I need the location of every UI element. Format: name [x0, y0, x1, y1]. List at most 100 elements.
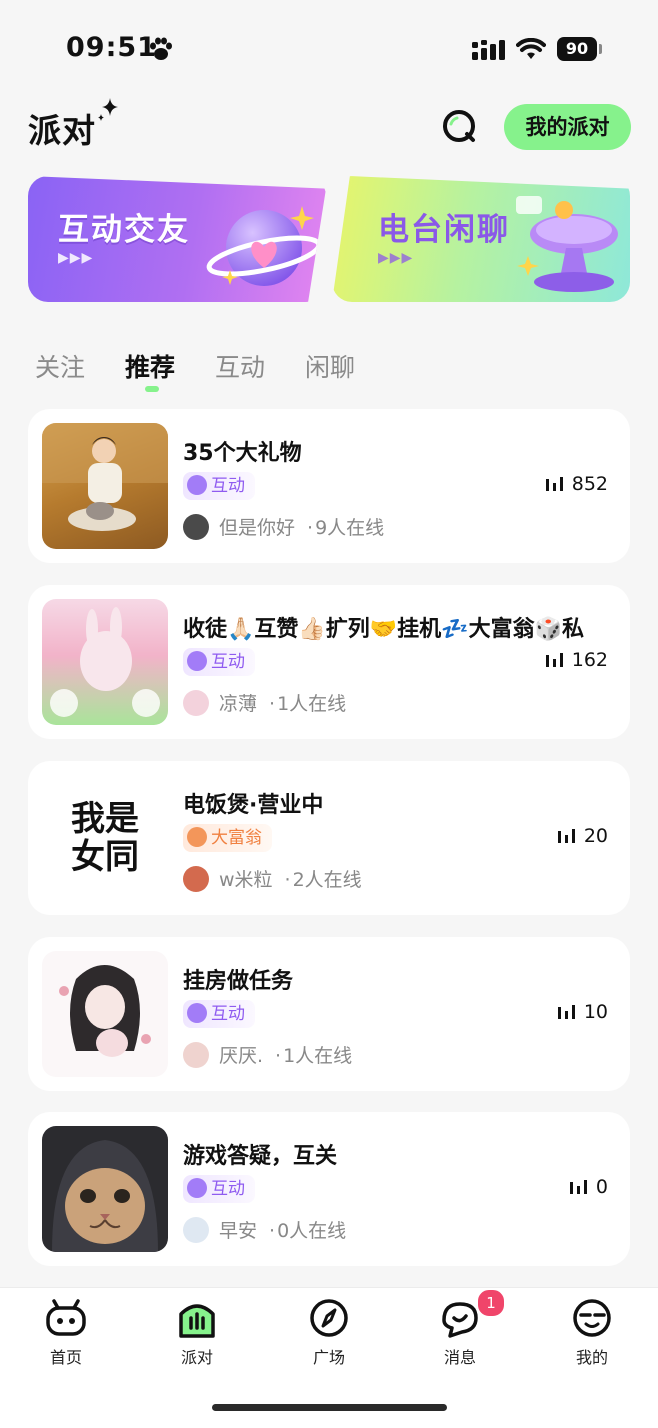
my-party-button[interactable]: 我的派对	[504, 104, 631, 150]
room-tag: 互动	[183, 472, 255, 500]
room-tag: 互动	[183, 648, 255, 676]
status-bar: 09:51 90	[0, 0, 658, 90]
search-icon[interactable]	[440, 107, 480, 147]
avatar	[183, 866, 209, 892]
banner-interactive-friends[interactable]: 互动交友 ▶▶▶	[28, 176, 326, 302]
room-host: 早安 · 0人在线	[183, 1216, 346, 1244]
room-thumbnail	[42, 599, 168, 725]
tab-indicator	[145, 386, 159, 392]
listener-count: 162	[545, 649, 608, 671]
room-card[interactable]: 我是 女同 电饭煲·营业中 大富翁 20 w米粒 · 2人在线	[28, 761, 630, 915]
online-count: 1人在线	[277, 693, 347, 715]
room-host: w米粒 · 2人在线	[183, 865, 362, 893]
audio-bars-icon	[557, 1005, 575, 1019]
room-tag-label: 互动	[211, 1004, 245, 1024]
room-tag: 互动	[183, 1175, 255, 1203]
host-name: 早安	[219, 1220, 258, 1242]
nav-home[interactable]: 首页	[21, 1296, 111, 1368]
tab-follow[interactable]: 关注	[35, 348, 85, 384]
room-tag-label: 互动	[211, 1179, 245, 1199]
gamepad-icon	[46, 1299, 86, 1336]
room-tag-label: 互动	[211, 652, 245, 672]
smile-icon	[187, 651, 207, 671]
room-card[interactable]: 35个大礼物 互动 852 但是你好 · 9人在线	[28, 409, 630, 563]
arrows-icon: ▶▶▶	[378, 250, 414, 266]
room-tag-label: 互动	[211, 476, 245, 496]
listener-count: 10	[557, 1001, 608, 1023]
room-host: 厌厌. · 1人在线	[183, 1041, 352, 1069]
nav-label: 消息	[443, 1348, 476, 1367]
smile-icon	[187, 475, 207, 495]
room-title: 游戏答疑，互关	[183, 1144, 338, 1169]
avatar	[183, 514, 209, 540]
compass-icon	[310, 1299, 348, 1337]
room-host: 凉薄 · 1人在线	[183, 689, 346, 717]
tab-chat[interactable]: 闲聊	[305, 348, 355, 384]
room-card[interactable]: 收徒🙏🏻互赞👍🏻扩列🤝挂机💤大富翁🎲私 互动 162 凉薄 · 1人在线	[28, 585, 630, 739]
room-title: 35个大礼物	[183, 441, 302, 466]
room-card[interactable]: 挂房做任务 互动 10 厌厌. · 1人在线	[28, 937, 630, 1091]
listener-count-value: 20	[583, 825, 608, 847]
host-name: 厌厌.	[219, 1045, 264, 1067]
battery-indicator: 90	[557, 37, 597, 61]
room-host: 但是你好 · 9人在线	[183, 513, 384, 541]
message-badge: 1	[476, 1288, 506, 1318]
audio-bars-icon	[557, 829, 575, 843]
room-title: 挂房做任务	[183, 969, 294, 994]
status-time: 09:51	[66, 32, 157, 63]
listener-count-value: 852	[571, 473, 608, 495]
tab-recommended[interactable]: 推荐	[125, 348, 175, 384]
tab-interactive[interactable]: 互动	[215, 348, 265, 384]
dot-separator: ·	[284, 869, 291, 891]
audio-bars-icon	[569, 1180, 587, 1194]
room-card[interactable]: 游戏答疑，互关 互动 0 早安 · 0人在线	[28, 1112, 630, 1266]
online-count: 0人在线	[277, 1220, 347, 1242]
room-tag: 互动	[183, 1000, 255, 1028]
banner-radio-chat[interactable]: 电台闲聊 ▶▶▶	[332, 176, 630, 302]
avatar	[183, 1217, 209, 1243]
thumbnail-text: 我是 女同	[71, 799, 139, 877]
listener-count-value: 0	[595, 1176, 608, 1198]
planet-heart-icon	[206, 196, 322, 300]
battery-tip	[599, 44, 602, 54]
party-icon	[179, 1304, 215, 1338]
home-indicator	[212, 1404, 447, 1411]
room-title: 电饭煲·营业中	[183, 793, 324, 818]
host-name: 凉薄	[219, 693, 258, 715]
nav-label: 首页	[49, 1348, 82, 1367]
radio-dish-icon	[508, 190, 628, 302]
paw-icon	[148, 37, 174, 65]
dot-separator: ·	[269, 1220, 276, 1242]
listener-count: 852	[545, 473, 608, 495]
host-name: w米粒	[219, 869, 273, 891]
listener-count: 20	[557, 825, 608, 847]
wifi-icon	[516, 37, 546, 64]
room-tag-label: 大富翁	[211, 828, 262, 848]
profile-face-icon	[573, 1299, 611, 1337]
dot-separator: ·	[275, 1045, 282, 1067]
signal-icon	[472, 40, 506, 64]
online-count: 2人在线	[292, 869, 362, 891]
arrows-icon: ▶▶▶	[58, 250, 94, 266]
banner-label: 互动交友	[58, 212, 190, 248]
audio-bars-icon	[545, 477, 563, 491]
dot-separator: ·	[269, 693, 276, 715]
sparkle-icon	[96, 96, 122, 128]
banner-label: 电台闲聊	[378, 212, 510, 248]
nav-profile[interactable]: 我的	[547, 1296, 637, 1368]
room-thumbnail	[42, 951, 168, 1077]
nav-label: 广场	[312, 1348, 345, 1367]
host-name: 但是你好	[219, 517, 296, 539]
avatar	[183, 1042, 209, 1068]
room-title: 收徒🙏🏻互赞👍🏻扩列🤝挂机💤大富翁🎲私	[183, 617, 584, 642]
dot-separator: ·	[307, 517, 314, 539]
room-tag: 大富翁	[183, 824, 272, 852]
nav-square[interactable]: 广场	[284, 1296, 374, 1368]
smile-icon	[187, 1178, 207, 1198]
nav-label: 我的	[575, 1348, 608, 1367]
smile-icon	[187, 1003, 207, 1023]
nav-party[interactable]: 派对	[152, 1296, 242, 1368]
page-title: 派对	[28, 111, 96, 150]
room-thumbnail	[42, 1126, 168, 1252]
online-count: 9人在线	[315, 517, 385, 539]
